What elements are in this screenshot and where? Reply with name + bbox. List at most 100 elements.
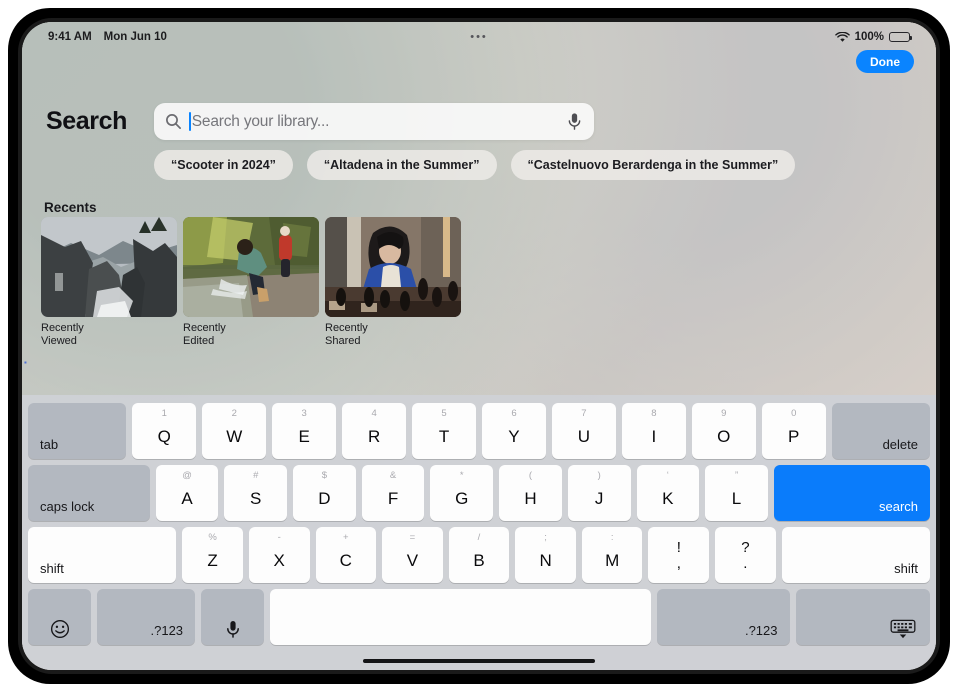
key-label: I (651, 426, 657, 446)
done-button[interactable]: Done (856, 50, 914, 73)
emoji-smiley-icon[interactable] (28, 589, 92, 645)
key-label-bottom: . (743, 554, 748, 572)
key-hint: # (253, 470, 259, 481)
key-label: J (594, 488, 604, 508)
key-hint: ; (544, 532, 547, 543)
suggestion-chip[interactable]: “Scooter in 2024” (154, 150, 293, 180)
key-f[interactable]: & F (361, 465, 425, 521)
key-w[interactable]: 2W (202, 403, 267, 459)
key-c[interactable]: + C (315, 527, 377, 583)
key-hint: & (389, 470, 397, 481)
key-label: C (339, 550, 352, 570)
key-label: D (318, 488, 331, 508)
key-label: B (473, 550, 485, 570)
key-p[interactable]: 0P (761, 403, 826, 459)
key-g[interactable]: * G (430, 465, 494, 521)
key-label: Q (157, 426, 171, 446)
recent-item-recently-edited[interactable]: Recently Edited (183, 217, 319, 347)
key-label: A (181, 488, 193, 508)
recents-list: Recently Viewed Recently Edited Recently… (41, 217, 461, 347)
key-label: V (406, 550, 419, 570)
home-indicator[interactable] (363, 658, 595, 663)
key-d[interactable]: $ D (293, 465, 356, 521)
key-hint: * (459, 470, 464, 481)
key-t[interactable]: 5T (412, 403, 476, 459)
key-a[interactable]: @ A (155, 465, 219, 521)
key-i[interactable]: 8I (621, 403, 686, 459)
key-z[interactable]: % Z (182, 527, 243, 583)
key-numbers-left[interactable]: .?123 (97, 589, 196, 645)
key-question-period[interactable]: ?. (715, 527, 776, 583)
search-input[interactable]: Search your library... (192, 113, 330, 131)
key-l[interactable]: ” L (705, 465, 768, 521)
page-title: Search (46, 107, 127, 135)
key-shift-left[interactable]: shift (28, 527, 177, 583)
key-b[interactable]: / B (448, 527, 510, 583)
key-y[interactable]: 6Y (482, 403, 546, 459)
recent-item-label: Recently Edited (183, 322, 226, 347)
recent-item-recently-shared[interactable]: Recently Shared (325, 217, 461, 347)
key-m[interactable]: :M (581, 527, 643, 583)
key-label: E (298, 426, 310, 446)
front-camera-dots: ••• (470, 31, 488, 43)
key-q[interactable]: 1Q (132, 403, 197, 459)
keyboard-row-2: caps lock @ A # S $ D & F * G (H ) J ‘K ” L sea… (28, 465, 931, 521)
key-caps-lock[interactable]: caps lock (28, 465, 150, 521)
key-numbers-right[interactable]: .?123 (657, 589, 790, 645)
status-bar-left: 9:41 AM Mon Jun 10 (48, 31, 167, 43)
key-r[interactable]: 4R (342, 403, 407, 459)
text-cursor (189, 112, 191, 131)
suggestion-chip[interactable]: “Castelnuovo Berardenga in the Summer” (510, 150, 796, 180)
key-label: L (731, 488, 742, 508)
key-label: X (273, 550, 285, 570)
key-n[interactable]: ; N (515, 527, 576, 583)
microphone-icon[interactable] (201, 589, 265, 645)
hide-keyboard-icon[interactable] (795, 589, 930, 645)
key-u[interactable]: 7U (551, 403, 616, 459)
recently-edited-thumbnail (183, 217, 319, 317)
key-v[interactable]: = V (382, 527, 443, 583)
key-tab[interactable]: tab (28, 403, 127, 459)
search-field[interactable]: Search your library... (154, 103, 594, 140)
key-s[interactable]: # S (224, 465, 288, 521)
key-hint: 9 (721, 408, 727, 419)
key-label: H (524, 488, 537, 508)
ipad-screen: 9:41 AM Mon Jun 10 100% ••• ▪ Done Searc… (22, 22, 936, 670)
key-hint: 2 (231, 408, 237, 419)
key-hint: / (477, 532, 481, 543)
key-label: N (539, 550, 552, 570)
recent-item-recently-viewed[interactable]: Recently Viewed (41, 217, 177, 347)
key-label: U (577, 426, 591, 446)
key-hint: ‘ (666, 470, 669, 481)
key-spacebar[interactable] (270, 589, 651, 645)
key-x[interactable]: -X (248, 527, 310, 583)
device-bezel: 9:41 AM Mon Jun 10 100% ••• ▪ Done Searc… (18, 18, 940, 674)
key-label: T (438, 426, 450, 446)
key-exclamation-comma[interactable]: !, (648, 527, 710, 583)
microphone-icon[interactable] (566, 112, 583, 131)
battery-percent-label: 100% (854, 31, 884, 43)
status-time: 9:41 AM (48, 31, 92, 43)
key-hint: @ (182, 470, 192, 481)
key-o[interactable]: 9O (691, 403, 756, 459)
recent-item-label: Recently Viewed (41, 322, 84, 347)
key-e[interactable]: 3E (272, 403, 337, 459)
status-date: Mon Jun 10 (103, 31, 167, 43)
key-hint: 4 (371, 408, 377, 419)
key-shift-right[interactable]: shift (781, 527, 930, 583)
key-label: Z (207, 550, 218, 570)
volume-indicator-mark: ▪ (24, 358, 27, 367)
battery-full-icon (889, 31, 912, 43)
key-search-return[interactable]: search (773, 465, 931, 521)
keyboard-row-3: shift % Z -X + C = V / B ; N :M !, ?. shift (28, 527, 930, 583)
key-k[interactable]: ‘K (636, 465, 700, 521)
key-delete[interactable]: delete (831, 403, 930, 459)
key-hint: ) (597, 470, 601, 481)
key-hint: ” (734, 470, 739, 481)
key-h[interactable]: (H (499, 465, 562, 521)
key-label: P (788, 426, 800, 446)
key-label-top: ? (741, 538, 750, 556)
key-label: G (455, 488, 469, 508)
key-j[interactable]: ) J (567, 465, 631, 521)
suggestion-chip[interactable]: “Altadena in the Summer” (306, 150, 497, 180)
